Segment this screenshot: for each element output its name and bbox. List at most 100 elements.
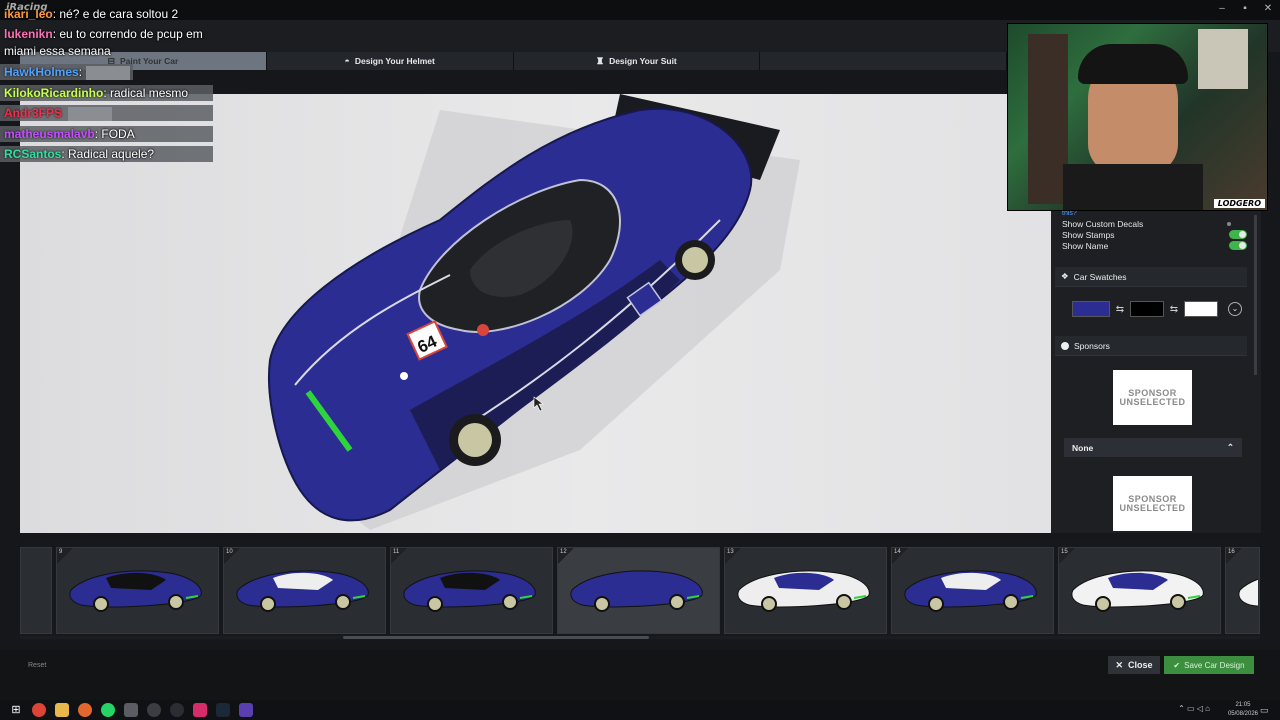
chat-line: RCSantos: Radical aquele? [0,146,213,162]
close-icon: ✕ [1115,659,1124,670]
livery-thumb[interactable]: 11 [390,547,553,634]
swap-icon[interactable]: ⇆ [1168,304,1180,315]
sponsor-placeholder: SPONSOR UNSELECTED [1119,493,1186,513]
whatsapp-icon[interactable] [101,703,115,717]
select-value: None [1072,442,1094,453]
toggle-name[interactable]: Show Name [1062,240,1247,251]
folder-icon[interactable] [55,703,69,717]
color-swatch-secondary[interactable] [1130,301,1164,317]
toggle-switch[interactable] [1229,230,1247,239]
os-taskbar: ⊞ [0,700,1280,720]
swatch-row: ⇆ ⇆ ⌄ [1062,298,1244,320]
shirt [1063,164,1203,210]
tab-label: Design Your Helmet [354,56,435,66]
start-icon[interactable]: ⊞ [9,703,23,717]
toggle-indicator-icon [1227,221,1231,226]
thumb-number: 12 [560,549,567,555]
sponsor-icon [1061,341,1069,350]
maximize-button[interactable]: ▪ [1235,2,1255,16]
chat-user: HawkHolmes [4,65,79,79]
swap-icon[interactable]: ⇆ [1114,304,1126,315]
app-icon[interactable] [124,703,138,717]
partial-label: this? [1062,210,1077,217]
monitor [1198,29,1248,89]
thumb-number: 9 [59,549,63,555]
sponsor-select[interactable]: None ⌃ [1064,438,1242,457]
save-car-design-button[interactable]: ✔ Save Car Design [1164,656,1254,674]
clock-date: 05/08/2026 [1227,711,1258,717]
toggle-stamps[interactable]: Show Stamps [1062,229,1247,240]
filmstrip-scroll-thumb[interactable] [343,636,649,639]
close-window-button[interactable]: ✕ [1258,2,1278,16]
livery-thumb-partial[interactable]: 16 [1225,547,1260,634]
toggle-label: Show Custom Decals [1062,218,1144,229]
chat-line: HawkHolmes: [0,64,133,80]
system-tray-icons[interactable]: ⌃ ▭ ◁ ⌂ [1178,704,1210,713]
chat-text: : né? e de cara soltou 2 [52,7,179,21]
close-button[interactable]: ✕ Close [1108,656,1160,674]
chat-line: lukenikn: eu to correndo de pcup em [0,26,203,42]
app-icon[interactable] [78,703,92,717]
tab-extra[interactable] [760,52,1007,70]
toggle-label: Show Name [1062,240,1109,251]
panel-scrollbar[interactable] [1254,215,1257,375]
livery-thumb-selected[interactable]: 12 [557,547,720,634]
helmet-icon: ◓ [344,56,350,66]
chat-line: matheusmalavb: FODA [0,126,213,142]
chat-user: RCSantos [4,147,62,161]
save-label: Save Car Design [1184,660,1245,670]
sponsor-placeholder: SPONSOR UNSELECTED [1119,387,1186,407]
section-title: Car Swatches [1073,271,1127,282]
toggle-custom-decals[interactable]: Show Custom Decals [1062,218,1247,229]
tab-design-helmet[interactable]: ◓ Design Your Helmet [266,52,514,70]
livery-thumb[interactable]: 9 [56,547,219,634]
chat-user: Andr3FPS [4,106,63,120]
sponsor-slot[interactable]: SPONSOR UNSELECTED [1113,370,1192,425]
reset-button[interactable]: Reset [28,662,46,669]
close-label: Close [1128,660,1153,670]
sponsors-header: Sponsors [1055,336,1247,356]
chat-user: matheusmalavb [4,127,95,141]
title-bar: iRacing – ▪ ✕ [0,0,1280,20]
minimize-button[interactable]: – [1212,2,1232,16]
thumb-number: 11 [393,549,400,555]
livery-thumb[interactable]: 14 [891,547,1054,634]
chat-user: KilokoRicardinho [4,86,104,100]
section-title: Sponsors [1074,340,1110,351]
livery-thumb[interactable]: 10 [223,547,386,634]
clock-time: 21:05 [1235,702,1251,708]
chat-text: : FODA [94,127,135,141]
sponsor-slot[interactable]: SPONSOR UNSELECTED [1113,476,1192,531]
toggle-label: Show Stamps [1062,229,1115,240]
chat-line: Andr3FPS [0,105,213,121]
app-icon[interactable] [147,703,161,717]
chrome-icon[interactable] [32,703,46,717]
streamer-tag: LODGERO [1213,199,1265,208]
thumb-number: 16 [1228,549,1235,555]
livery-thumb[interactable]: 15 [1058,547,1221,634]
toggle-switch[interactable] [1229,241,1247,250]
design-tabs: ⊟ Paint Your Car ◓ Design Your Helmet ♜ Des… [20,52,1007,70]
chevron-up-icon: ⌃ [1226,442,1234,452]
app-icon[interactable] [170,703,184,717]
steam-icon[interactable] [216,703,230,717]
livery-thumb[interactable]: 13 [724,547,887,634]
livery-thumb-partial[interactable] [20,547,52,634]
bottom-bar [0,650,1280,700]
notification-icon[interactable]: ▭ [1260,705,1269,716]
car-swatches-header: ❖ Car Swatches [1055,267,1247,287]
chevron-down-icon[interactable]: ⌄ [1228,302,1242,316]
taskbar-clock[interactable]: 21:05 05/08/2026 [1228,700,1258,719]
color-swatch-primary[interactable] [1072,301,1110,317]
thumb-number: 14 [894,549,901,555]
tab-design-suit[interactable]: ♜ Design Your Suit [513,52,761,70]
chat-line: KilokoRicardinho: radical mesmo [0,85,213,101]
app-icon[interactable] [193,703,207,717]
color-swatch-tertiary[interactable] [1184,301,1218,317]
check-icon: ✔ [1173,660,1181,670]
iracing-icon[interactable] [239,703,253,717]
chat-text: : eu to correndo de pcup em [52,27,203,41]
chat-emote [86,65,131,80]
thumb-number: 15 [1061,549,1068,555]
chat-user: ikari_leo [4,7,53,21]
